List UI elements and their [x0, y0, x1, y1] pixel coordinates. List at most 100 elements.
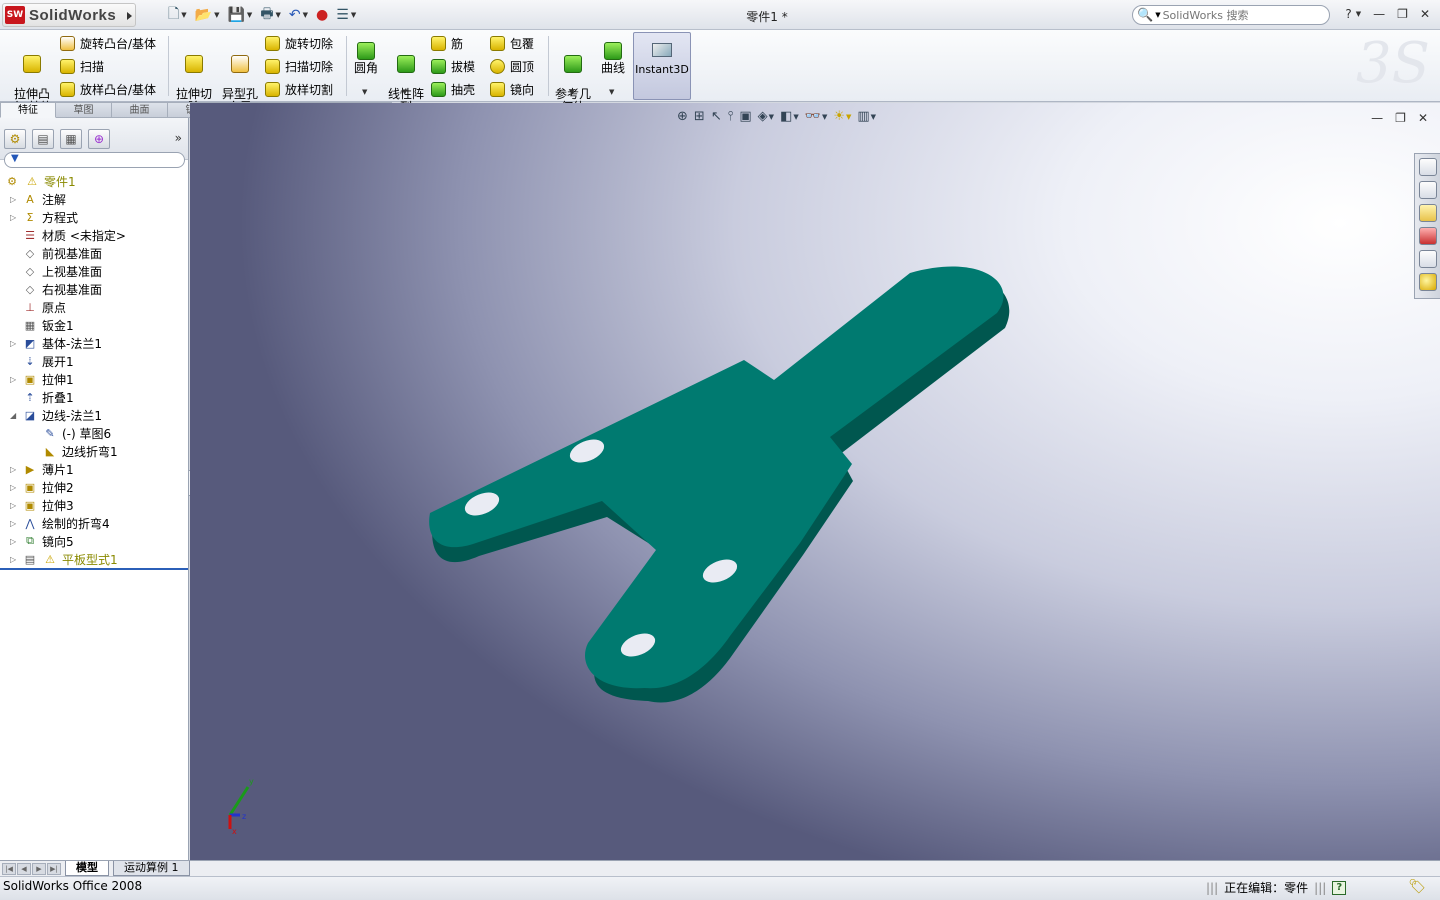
minimize-icon[interactable]: — [1373, 7, 1385, 21]
cm-tab[interactable]: 曲面 [112, 102, 168, 118]
expand-toggle-icon[interactable]: ▷ [10, 375, 18, 384]
configuration-manager-tab[interactable]: ▦ [60, 129, 82, 149]
search-input[interactable] [1162, 8, 1323, 22]
view-palette-icon[interactable] [1419, 250, 1437, 268]
tree-item[interactable]: ⊥ 原点 [22, 298, 66, 316]
file-explorer-icon[interactable] [1419, 204, 1437, 222]
cm-tab[interactable]: 草图 [56, 102, 112, 118]
expand-toggle-icon[interactable]: ◢ [10, 411, 18, 420]
linear-pattern-chevron-down-icon[interactable]: ▼ [402, 88, 407, 96]
expand-toggle-icon[interactable]: ▷ [10, 195, 18, 204]
rib-button[interactable]: 筋 [431, 35, 463, 52]
instant3d-label: Instant3D [635, 63, 689, 76]
status-editing: 正在编辑：零件 [1224, 881, 1309, 895]
tree-item-label: 上视基准面 [42, 264, 103, 279]
extrude-icon: ▣ [24, 480, 36, 494]
tree-item[interactable]: ▷ ▣ 拉伸3 [10, 496, 74, 514]
tree-item[interactable]: ⇡ 折叠1 [22, 388, 73, 406]
tree-item[interactable]: ◇ 上视基准面 [22, 262, 102, 280]
tree-item[interactable]: ▷ ▣ 拉伸2 [10, 478, 74, 496]
edge-flange-icon: ◪ [24, 408, 36, 422]
tree-item[interactable]: ◣ 边线折弯1 [42, 442, 118, 460]
tree-item[interactable]: ◢ ◪ 边线-法兰1 [10, 406, 102, 424]
expand-toggle-icon[interactable]: ▷ [10, 213, 18, 222]
tree-item-label: 拉伸2 [42, 480, 74, 495]
prev-tab-icon[interactable]: ◀ [17, 862, 31, 875]
plane-icon: ◇ [25, 264, 35, 278]
sheet-metal-part[interactable] [429, 266, 1010, 703]
tree-item-label: 材质 <未指定> [42, 228, 126, 243]
dome-button[interactable]: 圆顶 [490, 58, 534, 75]
loft-cut-button[interactable]: 放样切割 [265, 81, 333, 98]
expand-toggle-icon[interactable]: ▷ [10, 483, 18, 492]
reference-geometry-icon [564, 55, 582, 73]
dimxpert-manager-tab[interactable]: ⊕ [88, 129, 110, 149]
expand-toggle-icon[interactable]: ▷ [10, 501, 18, 510]
origin-icon: ⊥ [25, 300, 35, 314]
revolve-cut-button[interactable]: 旋转切除 [265, 35, 333, 52]
sweep-cut-button[interactable]: 扫描切除 [265, 58, 333, 75]
tree-item[interactable]: ▦ 钣金1 [22, 316, 74, 334]
last-tab-icon[interactable]: ▶| [47, 862, 61, 875]
fillet-button[interactable]: 圆角 [350, 42, 382, 75]
part-model-view[interactable] [190, 103, 1440, 860]
loft-boss-label: 放样凸台/基体 [80, 83, 157, 97]
tree-item[interactable]: ▷ ⧉ 镜向5 [10, 532, 74, 550]
appearances-icon[interactable] [1419, 273, 1437, 291]
fillet-chevron-down-icon[interactable]: ▼ [362, 88, 367, 96]
shell-button[interactable]: 抽壳 [431, 81, 475, 98]
status-help-icon[interactable]: ? [1332, 880, 1347, 895]
tree-item[interactable]: ▷ ◩ 基体-法兰1 [10, 334, 102, 352]
expand-toggle-icon[interactable]: ▷ [10, 465, 18, 474]
tree-root[interactable]: ⚙ ⚠ 零件1 [4, 172, 76, 190]
instant3d-toggle[interactable]: Instant3D [633, 32, 691, 100]
loft-boss-button[interactable]: 放样凸台/基体 [60, 81, 156, 98]
solidworks-resources-icon[interactable] [1419, 158, 1437, 176]
feature-filter-input[interactable]: ▼ [4, 152, 185, 168]
tree-item[interactable]: ⇣ 展开1 [22, 352, 73, 370]
bottom-tab[interactable]: 模型 [65, 861, 109, 876]
property-manager-tab[interactable]: ▤ [32, 129, 54, 149]
draft-button[interactable]: 拔模 [431, 58, 475, 75]
search-results-icon[interactable] [1419, 227, 1437, 245]
rollback-bar[interactable] [0, 568, 188, 570]
design-library-icon[interactable] [1419, 181, 1437, 199]
tree-item[interactable]: ◇ 右视基准面 [22, 280, 102, 298]
tree-item[interactable]: ▷ A 注解 [10, 190, 66, 208]
tree-item[interactable]: ☰ 材质 <未指定> [22, 226, 126, 244]
first-tab-icon[interactable]: |◀ [2, 862, 16, 875]
extrude-boss-icon [23, 55, 41, 73]
reference-geometry-chevron-down-icon[interactable]: ▼ [569, 88, 574, 96]
tree-item[interactable]: ▷ Σ 方程式 [10, 208, 78, 226]
expand-toggle-icon[interactable]: ▷ [10, 537, 18, 546]
tree-item[interactable]: ▷ ▣ 拉伸1 [10, 370, 74, 388]
help-button[interactable]: ? [1345, 7, 1351, 21]
restore-icon[interactable]: ❐ [1397, 7, 1408, 21]
tree-item[interactable]: ▷ ▶ 薄片1 [10, 460, 74, 478]
tree-item[interactable]: ✎ (-) 草图6 [42, 424, 111, 442]
cm-tab[interactable]: 特征 [0, 102, 56, 118]
double-chevron-right-icon[interactable]: » [175, 131, 182, 145]
close-icon[interactable]: ✕ [1420, 7, 1430, 21]
help-chevron-down-icon[interactable]: ▼ [1356, 7, 1361, 21]
tree-item[interactable]: ▷ ▤ ⚠ 平板型式1 [10, 550, 118, 568]
expand-toggle-icon[interactable]: ▷ [10, 555, 18, 564]
curves-chevron-down-icon[interactable]: ▼ [609, 88, 614, 96]
tree-item[interactable]: ▷ ⋀ 绘制的折弯4 [10, 514, 110, 532]
curves-button[interactable]: 曲线 [597, 42, 629, 75]
feature-manager-tab[interactable]: ⚙ [4, 129, 26, 149]
solidworks-search[interactable]: 🔍 ▼ [1132, 5, 1330, 25]
expand-toggle-icon[interactable]: ▷ [10, 519, 18, 528]
expand-toggle-icon[interactable]: ▷ [10, 339, 18, 348]
sweep-button[interactable]: 扫描 [60, 58, 104, 75]
chevron-down-icon[interactable]: ▼ [1155, 11, 1160, 19]
revolve-boss-button[interactable]: 旋转凸台/基体 [60, 35, 156, 52]
bottom-tab[interactable]: 运动算例 1 [113, 861, 190, 876]
graphics-area[interactable]: ⊕ ⊞ ↖ ⫯ ▣ ◈▼ ◧▼ 👓▼ ☀▼ ▥▼ — ❐ ✕ y z [190, 103, 1440, 860]
next-tab-icon[interactable]: ▶ [32, 862, 46, 875]
wrap-button[interactable]: 包覆 [490, 35, 534, 52]
search-icon[interactable]: 🔍 [1137, 8, 1153, 23]
tag-icon[interactable]: 🏷 [1408, 879, 1426, 895]
mirror-button[interactable]: 镜向 [490, 81, 534, 98]
tree-item[interactable]: ◇ 前视基准面 [22, 244, 102, 262]
